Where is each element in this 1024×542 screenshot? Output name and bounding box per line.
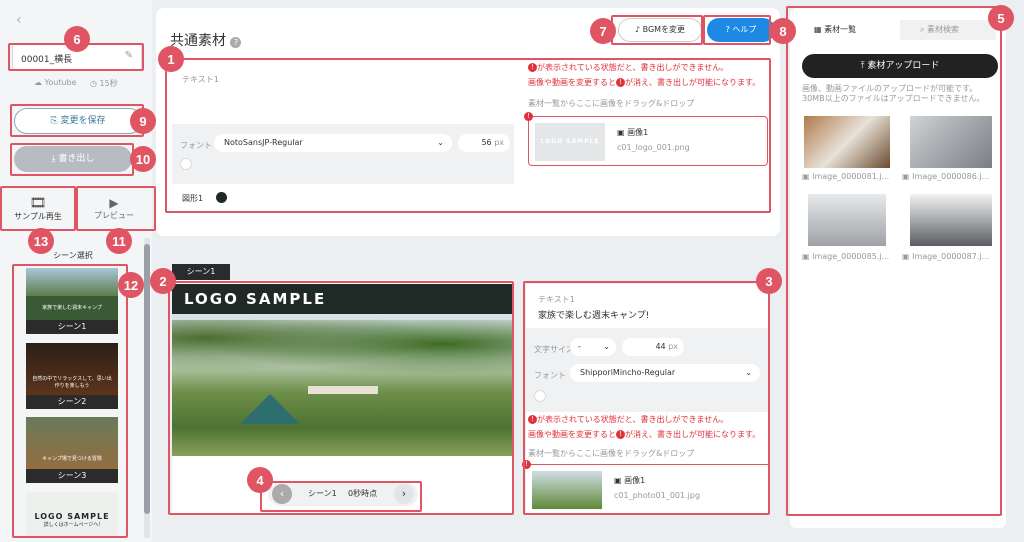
highlight-box — [165, 58, 771, 213]
highlight-box — [10, 143, 134, 176]
badge-11: 11 — [106, 228, 132, 254]
help-circle-icon[interactable]: ? — [230, 37, 242, 48]
badge-12: 12 — [118, 272, 144, 298]
highlight-box — [260, 481, 422, 512]
highlight-box — [703, 15, 771, 45]
youtube-info: ☁ Youtube — [34, 78, 77, 87]
badge-7: 7 — [590, 18, 616, 44]
highlight-box — [10, 104, 144, 137]
page-title: 共通素材 ? — [170, 30, 242, 50]
duration-info: ◷ 15秒 — [90, 78, 118, 89]
badge-9: 9 — [130, 108, 156, 134]
badge-13: 13 — [28, 228, 54, 254]
youtube-label: Youtube — [44, 78, 77, 87]
highlight-box — [786, 6, 1002, 516]
highlight-box — [0, 186, 76, 231]
badge-5: 5 — [988, 5, 1014, 31]
badge-4: 4 — [247, 467, 273, 493]
scrollbar-track[interactable] — [144, 238, 150, 538]
highlight-box — [611, 15, 703, 45]
badge-6: 6 — [64, 26, 90, 52]
highlight-box — [523, 281, 770, 515]
highlight-box — [76, 186, 156, 231]
badge-2: 2 — [150, 268, 176, 294]
chevron-left-icon[interactable]: ‹ — [16, 12, 22, 28]
scene-tab[interactable]: シーン1 — [172, 264, 230, 280]
highlight-box — [12, 264, 128, 538]
highlight-box — [168, 281, 514, 515]
clock-icon: ◷ — [90, 79, 97, 88]
cloud-icon: ☁ — [34, 78, 42, 87]
duration-label: 15秒 — [99, 79, 118, 88]
badge-1: 1 — [158, 46, 184, 72]
badge-8: 8 — [770, 18, 796, 44]
badge-3: 3 — [756, 268, 782, 294]
badge-10: 10 — [130, 146, 156, 172]
scrollbar-thumb[interactable] — [144, 244, 150, 514]
